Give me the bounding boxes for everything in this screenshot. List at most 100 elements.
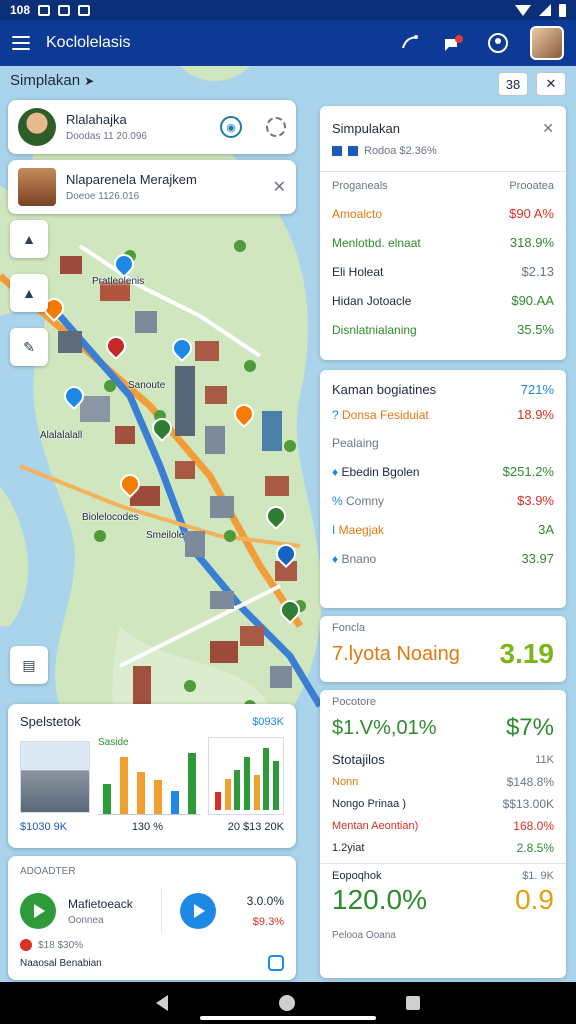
map-layers-button[interactable]: ▤ <box>10 646 48 684</box>
kpi-title-value: 721% <box>520 382 554 397</box>
finance-panel: Pocotore $1.V%,01% $7% Stotajilos 11K No… <box>320 690 566 978</box>
finance-row: 1.2yiat 2.8.5% <box>332 841 554 855</box>
kpi-row-value: 33.97 <box>521 551 554 566</box>
menu-icon[interactable] <box>12 36 30 50</box>
summary-row: Amoalcto $90 A% <box>332 206 554 221</box>
kpi-row: % Comny $3.9% <box>332 493 554 508</box>
back-icon[interactable] <box>155 995 168 1011</box>
chart-bar <box>119 756 128 814</box>
finance-caption: Pocotore <box>332 696 377 708</box>
location-subtitle: Doeoe 1126.016 <box>66 191 140 202</box>
kpi-row-label: ♦ Bnano <box>332 551 377 566</box>
chat-bubble-icon[interactable]: ◉ <box>220 116 242 138</box>
metric-label: 7.lyota Noaing <box>332 642 460 665</box>
user-avatar[interactable] <box>530 26 564 60</box>
activity-card: ADOADTER Mafietoeack Oonnea 3.0.0% $9.3%… <box>8 856 296 980</box>
activity-item-sub: Oonnea <box>68 914 104 926</box>
bar-chart-1: Saside <box>98 737 200 815</box>
finance-section-value: 11K <box>535 753 554 766</box>
finance-big-right: $7% <box>505 714 554 741</box>
kpi-row-label: I Maegjak <box>332 522 385 537</box>
column-header: Proganeals <box>332 180 388 192</box>
kpi-row-value: 3A <box>538 522 554 537</box>
chart-bar <box>224 779 231 810</box>
dismiss-icon[interactable]: ✕ <box>273 177 286 197</box>
kpi-row-value: $251.2% <box>502 464 554 479</box>
activity-caption: ADOADTER <box>20 866 76 877</box>
chart-bar <box>234 770 241 810</box>
summary-panel: Simpulakan ✕ Rodoa $2.36% Proganeals Pro… <box>320 106 566 360</box>
summary-row-label: Eli Holeat <box>332 264 384 279</box>
map-label: Biolelocodes <box>82 512 139 523</box>
chart-card-title: Spelstetok <box>20 714 81 729</box>
kpi-row-label: ? Donsa Fesiduiat <box>332 407 429 422</box>
summary-row: Hidan Jotoacle $90.AA <box>332 293 554 308</box>
grid-toggle-button[interactable]: 38 <box>498 72 528 96</box>
summary-subtitle: Rodoa $2.36% <box>364 145 437 157</box>
summary-row-label: Disnlatnialaning <box>332 322 417 337</box>
chart-footer-label: 20 $13 20K <box>227 821 284 833</box>
status-bar: 108 <box>0 0 576 20</box>
chart-bar <box>244 756 250 810</box>
bar-chart-2 <box>208 737 284 815</box>
summary-row-label: Amoalcto <box>332 206 383 221</box>
profile-badge-icon[interactable] <box>486 31 510 55</box>
send-icon[interactable] <box>179 893 216 929</box>
finance-big-left: $1.V%,01% <box>332 716 437 739</box>
metric-caption: Foncla <box>332 622 366 634</box>
chart-footer-label: 130 % <box>131 821 164 833</box>
simulation-label: Simplakan ➤ <box>10 72 95 89</box>
close-map-button[interactable]: ✕ <box>536 72 566 96</box>
summary-row-value: 35.5% <box>517 322 554 337</box>
map-label: Alalalalall <box>40 430 83 441</box>
shield-icon <box>58 4 71 16</box>
route-icon[interactable] <box>398 31 422 55</box>
location-card[interactable]: Nlaparenela Merajkem Doeoe 1126.016 ✕ <box>8 160 296 214</box>
draw-tool-button[interactable]: ✎ <box>10 328 48 366</box>
wifi-icon <box>515 4 531 16</box>
close-icon[interactable]: ✕ <box>542 120 554 137</box>
activity-right-value2: $9.3% <box>252 916 284 928</box>
layer-tool-button[interactable]: ▲ <box>10 220 48 258</box>
row-marker-icon: ? <box>332 407 343 422</box>
home-icon[interactable] <box>278 995 295 1011</box>
chart-bar <box>214 792 221 810</box>
avatar <box>18 108 56 146</box>
location-card[interactable]: Rlalahajka Doodas 11 20.096 ◉ <box>8 100 296 154</box>
summary-row-value: $90 A% <box>509 206 554 221</box>
home-indicator <box>200 1016 376 1020</box>
row-marker-icon: % <box>332 493 347 508</box>
notification-icon <box>38 4 51 16</box>
summary-row: Eli Holeat $2.13 <box>332 264 554 279</box>
finance-footer-big-left: 120.0% <box>332 884 427 915</box>
finance-row: Nonn $148.8% <box>332 775 554 789</box>
finance-row-value: 2.8.5% <box>516 841 554 855</box>
chart-bar <box>263 748 270 810</box>
activity-item-meta: $18 $30% <box>38 939 84 951</box>
chart-card-value: $093K <box>252 715 284 728</box>
kpi-row: I Maegjak 3A <box>332 522 554 537</box>
location-subtitle: Doodas 11 20.096 <box>66 131 147 142</box>
activity-footer-label: Naaosal Benabian <box>20 957 102 969</box>
recents-icon[interactable] <box>406 996 421 1010</box>
finance-row-label: 1.2yiat <box>332 842 365 854</box>
finance-section: Stotajilos <box>332 752 385 767</box>
kpi-row: ? Donsa Fesiduiat 18.9% <box>332 407 554 422</box>
status-dot-icon <box>20 939 32 951</box>
play-icon[interactable] <box>20 893 56 929</box>
city-thumbnail <box>20 741 90 813</box>
chart-bar <box>102 783 111 814</box>
expand-icon[interactable] <box>268 955 284 971</box>
kpi-row-label: ♦ Ebedin Bgolen <box>332 464 420 479</box>
legend-swatch <box>332 146 342 156</box>
chat-icon[interactable] <box>442 31 466 55</box>
chart-bar <box>273 761 280 810</box>
finance-row: Nongo Prinaa ) $$13.00K <box>332 797 554 811</box>
location-title: Nlaparenela Merajkem <box>66 172 197 187</box>
terrain-tool-button[interactable]: ▲ <box>10 274 48 312</box>
finance-footer-label: Eopoqhok <box>332 870 382 882</box>
finance-row-value: 168.0% <box>513 819 554 833</box>
column-header: Prooatea <box>509 180 554 192</box>
settings-icon[interactable] <box>266 117 286 137</box>
metric-panel: Foncla 7.lyota Noaing 3.19 <box>320 616 566 682</box>
